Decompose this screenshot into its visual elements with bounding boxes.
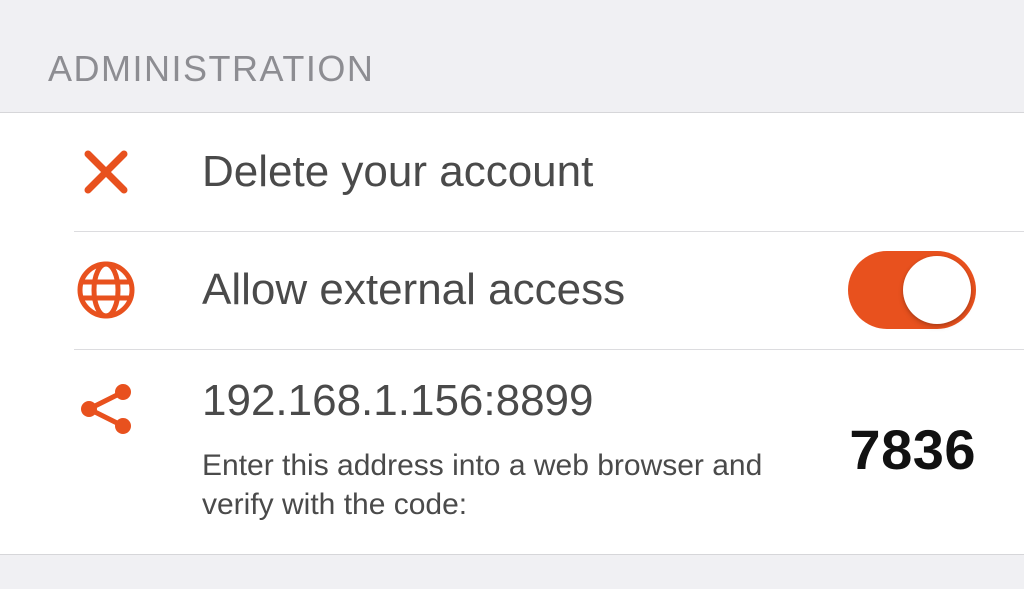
- row-share-address: 192.168.1.156:8899 Enter this address in…: [0, 349, 1024, 554]
- row-content: Allow external access: [202, 264, 828, 317]
- row-delete-account[interactable]: Delete your account: [0, 113, 1024, 231]
- share-address-value: 192.168.1.156:8899: [202, 375, 829, 428]
- settings-list: Delete your account Allow external acces…: [0, 112, 1024, 555]
- toggle-knob: [903, 256, 971, 324]
- external-access-toggle[interactable]: [848, 251, 976, 329]
- row-content: Delete your account: [202, 146, 976, 199]
- section-header-administration: ADMINISTRATION: [0, 0, 1024, 112]
- row-accessory: [848, 251, 976, 329]
- share-icon: [74, 377, 138, 441]
- delete-account-label: Delete your account: [202, 146, 976, 199]
- row-content: 192.168.1.156:8899 Enter this address in…: [202, 375, 829, 524]
- row-accessory: 7836: [849, 417, 976, 482]
- globe-icon: [74, 258, 138, 322]
- x-icon: [74, 140, 138, 204]
- share-instruction-text: Enter this address into a web browser an…: [202, 446, 829, 524]
- row-external-access: Allow external access: [0, 231, 1024, 349]
- external-access-label: Allow external access: [202, 264, 828, 317]
- verification-code: 7836: [849, 417, 976, 482]
